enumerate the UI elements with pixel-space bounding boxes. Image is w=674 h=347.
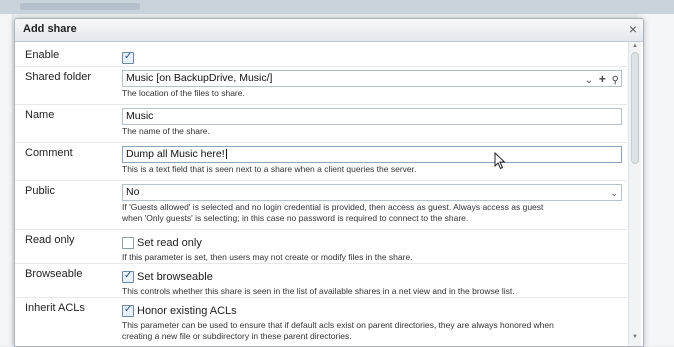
read-only-checkbox-label[interactable]: Set read only <box>137 237 202 249</box>
add-share-dialog: Add share × Enable ✓ Shared folder Music… <box>14 18 644 347</box>
chevron-down-icon[interactable]: ⌄ <box>610 186 618 201</box>
comment-note: This is a text field that is seen next t… <box>122 164 417 174</box>
check-icon: ✓ <box>124 50 133 62</box>
comment-label: Comment <box>25 147 73 159</box>
mouse-cursor-icon <box>494 152 506 170</box>
shared-folder-note: The location of the files to share. <box>122 88 245 98</box>
read-only-label: Read only <box>25 234 75 246</box>
inherit-acls-note-line1: This parameter can be used to ensure tha… <box>122 320 554 330</box>
background-header <box>0 0 674 14</box>
read-only-checkbox[interactable] <box>122 236 134 249</box>
inherit-acls-checkbox[interactable]: ✓ <box>122 303 134 317</box>
public-note-line2: when 'Only guests' is selecting; in this… <box>122 213 469 223</box>
public-select[interactable]: No ⌄ <box>122 184 622 201</box>
close-icon[interactable]: × <box>629 21 637 37</box>
background-sidebar <box>0 14 13 345</box>
shared-folder-value: Music [on BackupDrive, Music/] <box>126 72 273 84</box>
browseable-checkbox-label[interactable]: Set browseable <box>137 271 213 283</box>
browseable-checkbox[interactable]: ✓ <box>122 269 134 283</box>
browseable-note: This controls whether this share is seen… <box>122 286 515 296</box>
dialog-header: Add share × <box>15 19 643 42</box>
name-label: Name <box>25 109 55 121</box>
row-public: Public No ⌄ If 'Guests allowed' is selec… <box>15 181 627 228</box>
name-value: Music <box>126 110 154 122</box>
comment-value: Dump all Music here! <box>126 148 225 160</box>
dialog-scrollbar[interactable]: ▲ ▼ <box>628 42 641 346</box>
browseable-label: Browseable <box>25 268 83 280</box>
dialog-title: Add share <box>23 23 77 35</box>
public-value: No <box>126 186 140 198</box>
row-read-only: Read only Set read only If this paramete… <box>15 230 627 262</box>
enable-label: Enable <box>25 49 60 61</box>
shared-folder-label: Shared folder <box>25 71 92 83</box>
inherit-acls-note-line2: creating a new file or subdirectory in t… <box>122 331 352 341</box>
check-icon: ✓ <box>124 303 133 315</box>
read-only-note: If this parameter is set, then users may… <box>122 252 413 262</box>
row-inherit-acls: Inherit ACLs ✓ Honor existing ACLs This p… <box>15 298 627 344</box>
plus-icon[interactable]: + <box>599 72 606 86</box>
chevron-down-icon[interactable]: ⌄ <box>585 75 593 86</box>
scroll-down-icon[interactable]: ▼ <box>631 334 639 342</box>
row-comment: Comment Dump all Music here! This is a t… <box>15 143 627 179</box>
name-note: The name of the share. <box>122 126 210 136</box>
row-enable: Enable ✓ <box>15 45 627 65</box>
inherit-acls-checkbox-label[interactable]: Honor existing ACLs <box>137 305 237 317</box>
comment-input[interactable]: Dump all Music here! <box>122 146 622 163</box>
public-note-line1: If 'Guests allowed' is selected and no l… <box>122 202 544 212</box>
search-icon[interactable]: ⚲ <box>612 75 619 86</box>
row-name: Name Music The name of the share. <box>15 105 627 141</box>
scroll-up-icon[interactable]: ▲ <box>631 43 639 51</box>
name-input[interactable]: Music <box>122 108 622 125</box>
check-icon: ✓ <box>124 269 133 281</box>
row-shared-folder: Shared folder Music [on BackupDrive, Mus… <box>15 67 627 103</box>
public-label: Public <box>25 185 55 197</box>
inherit-acls-label: Inherit ACLs <box>25 302 85 314</box>
scroll-thumb[interactable] <box>631 52 639 164</box>
row-browseable: Browseable ✓ Set browseable This controls… <box>15 264 627 296</box>
shared-folder-combo[interactable]: Music [on BackupDrive, Music/] ⌄ + ⚲ <box>122 70 622 87</box>
enable-checkbox[interactable]: ✓ <box>122 50 134 64</box>
dialog-body: Enable ✓ Shared folder Music [on BackupD… <box>15 42 627 346</box>
